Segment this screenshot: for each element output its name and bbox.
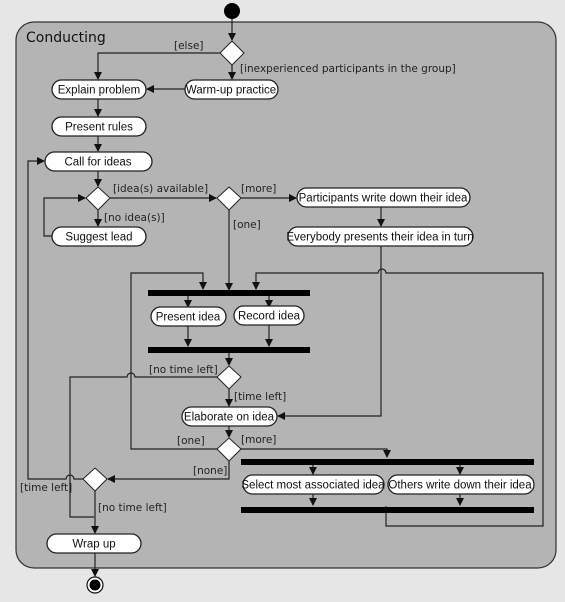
action-others-write-label: Others write down their idea (388, 480, 532, 492)
guard-one-2: [one] (177, 435, 205, 447)
guard-more-2: [more] (241, 434, 276, 446)
action-present-idea-label: Present idea (156, 312, 221, 324)
guard-more-1: [more] (241, 183, 276, 195)
guard-inexperienced: [inexperienced participants in the group… (240, 63, 456, 75)
action-everybody-presents-label: Everybody presents their idea in turn (286, 232, 473, 244)
action-explain-problem-label: Explain problem (58, 85, 140, 97)
guard-no-ideas: [no idea(s)] (104, 212, 165, 224)
region-title: Conducting (26, 30, 106, 46)
action-call-for-ideas-label: Call for ideas (64, 157, 131, 169)
guard-time-left-2: [time left] (20, 482, 72, 494)
guard-ideas-available: [idea(s) available] (113, 183, 208, 195)
guard-no-time-left-1: [no time left] (149, 364, 218, 376)
action-select-most-label: Select most associated idea (241, 480, 385, 492)
action-participants-write-label: Participants write down their idea (299, 193, 468, 205)
action-present-rules-label: Present rules (65, 122, 133, 134)
initial-node (224, 3, 240, 19)
activity-diagram: Conducting [else] [inexperienced partici… (15, 3, 557, 594)
action-wrap-up-label: Wrap up (72, 539, 115, 551)
guard-one-1: [one] (233, 219, 261, 231)
join-bar-1 (148, 347, 310, 353)
guard-else: [else] (174, 40, 204, 52)
fork-bar-2 (241, 459, 534, 465)
guard-none: [none] (193, 465, 227, 477)
action-record-idea-label: Record idea (238, 311, 301, 323)
guard-no-time-left-2: [no time left] (98, 502, 167, 514)
fork-bar-1 (148, 290, 310, 296)
final-node-core (89, 579, 101, 591)
guard-time-left-1: [time left] (234, 391, 286, 403)
action-elaborate-label: Elaborate on idea (184, 412, 275, 424)
action-suggest-lead-label: Suggest lead (65, 232, 132, 244)
action-warm-up-label: Warm-up practice (186, 85, 276, 97)
join-bar-2 (241, 507, 534, 513)
